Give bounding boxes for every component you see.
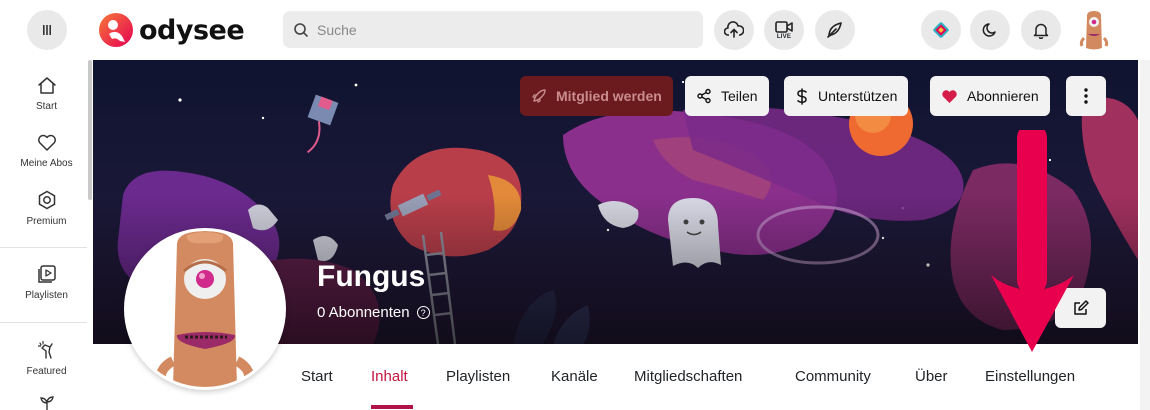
tab-einstellungen[interactable]: Einstellungen	[985, 368, 1075, 385]
help-icon[interactable]: ?	[416, 306, 430, 319]
odysee-logo[interactable]: odysee	[98, 10, 245, 50]
user-avatar[interactable]	[1076, 8, 1112, 52]
page-scrollbar[interactable]	[1140, 60, 1150, 410]
search-icon	[294, 22, 308, 37]
sidebar-item-label: Featured	[26, 366, 67, 377]
sidebar-item-featured[interactable]: Featured	[0, 340, 93, 377]
search-bar[interactable]	[283, 11, 703, 48]
sidebar-item-premium[interactable]: Premium	[0, 190, 93, 227]
edit-icon	[1073, 300, 1089, 315]
channel-title: Fungus	[317, 260, 426, 293]
fungus-character-image	[127, 231, 283, 387]
dark-mode-icon	[982, 23, 996, 37]
logo-text: odysee	[139, 14, 245, 46]
more-vertical-icon	[1084, 88, 1088, 104]
support-label: Unterstützen	[818, 88, 898, 104]
edit-channel-button[interactable]	[1055, 288, 1106, 328]
share-button[interactable]: Teilen	[685, 76, 769, 116]
tab-playlisten[interactable]: Playlisten	[446, 368, 510, 385]
tab-community[interactable]: Community	[795, 368, 871, 385]
share-icon	[697, 88, 711, 104]
featured-icon	[37, 340, 53, 359]
publish-post-icon	[827, 22, 842, 38]
upload-icon	[724, 21, 744, 38]
follow-label: Abonnieren	[967, 88, 1039, 104]
subscriber-count: 0 Abonnenten ?	[317, 304, 430, 321]
sidebar-item-label: Playlisten	[25, 290, 68, 301]
rocket-icon	[532, 89, 546, 103]
sidebar-item-label: Meine Abos	[20, 158, 73, 169]
publish-post-button[interactable]	[815, 10, 855, 50]
go-live-icon	[775, 20, 793, 33]
live-label: LIVE	[776, 33, 792, 40]
active-tab-indicator	[371, 405, 413, 409]
subscriber-count-text: 0 Abonnenten	[317, 304, 410, 321]
menu-button[interactable]	[27, 10, 67, 50]
follow-button[interactable]: Abonnieren	[930, 76, 1050, 116]
dollar-icon	[797, 87, 807, 105]
share-label: Teilen	[721, 88, 758, 104]
sidebar-item-label: Premium	[26, 216, 67, 227]
tab-ueber[interactable]: Über	[915, 368, 948, 385]
playlist-icon	[37, 265, 56, 283]
dark-mode-toggle[interactable]	[970, 10, 1010, 50]
notifications-icon	[1033, 23, 1049, 39]
sidebar-item-more[interactable]	[0, 394, 93, 410]
sidebar-divider	[0, 247, 87, 248]
fungus-avatar-icon	[1079, 11, 1109, 50]
go-live-button[interactable]: LIVE	[764, 10, 804, 50]
tab-mitgliedschaften[interactable]: Mitgliedschaften	[634, 368, 742, 385]
top-header: odysee LIVE	[0, 0, 1150, 60]
odysee-logo-icon	[99, 13, 133, 47]
menu-icon	[43, 25, 51, 35]
upload-button[interactable]	[714, 10, 754, 50]
premium-icon	[38, 190, 55, 210]
wallet-button[interactable]	[921, 10, 961, 50]
tab-kanaele[interactable]: Kanäle	[551, 368, 598, 385]
become-member-button[interactable]: Mitglied werden	[520, 76, 673, 116]
sidebar-item-meine-abos[interactable]: Meine Abos	[0, 134, 93, 169]
heart-icon	[37, 134, 56, 151]
sidebar-divider	[0, 322, 87, 323]
notifications-button[interactable]	[1021, 10, 1061, 50]
home-icon	[37, 77, 56, 94]
tab-inhalt[interactable]: Inhalt	[371, 368, 408, 385]
sprout-icon	[39, 396, 54, 410]
sidebar-item-label: Start	[35, 101, 58, 112]
sidebar-scrollbar[interactable]	[88, 60, 92, 200]
more-options-button[interactable]	[1066, 76, 1106, 116]
become-member-label: Mitglied werden	[556, 88, 662, 104]
wallet-icon	[933, 22, 949, 38]
sidebar-item-start[interactable]: Start	[0, 76, 93, 112]
sidebar: Start Meine Abos Premium Playlisten Feat…	[0, 60, 93, 410]
tab-start[interactable]: Start	[301, 368, 333, 385]
sidebar-item-playlisten[interactable]: Playlisten	[0, 264, 93, 301]
search-input[interactable]	[317, 21, 697, 38]
heart-filled-icon	[942, 89, 957, 103]
channel-tabs: Start Inhalt Playlisten Kanäle Mitglieds…	[285, 344, 1138, 410]
channel-thumbnail[interactable]	[124, 228, 286, 390]
support-button[interactable]: Unterstützen	[784, 76, 909, 116]
